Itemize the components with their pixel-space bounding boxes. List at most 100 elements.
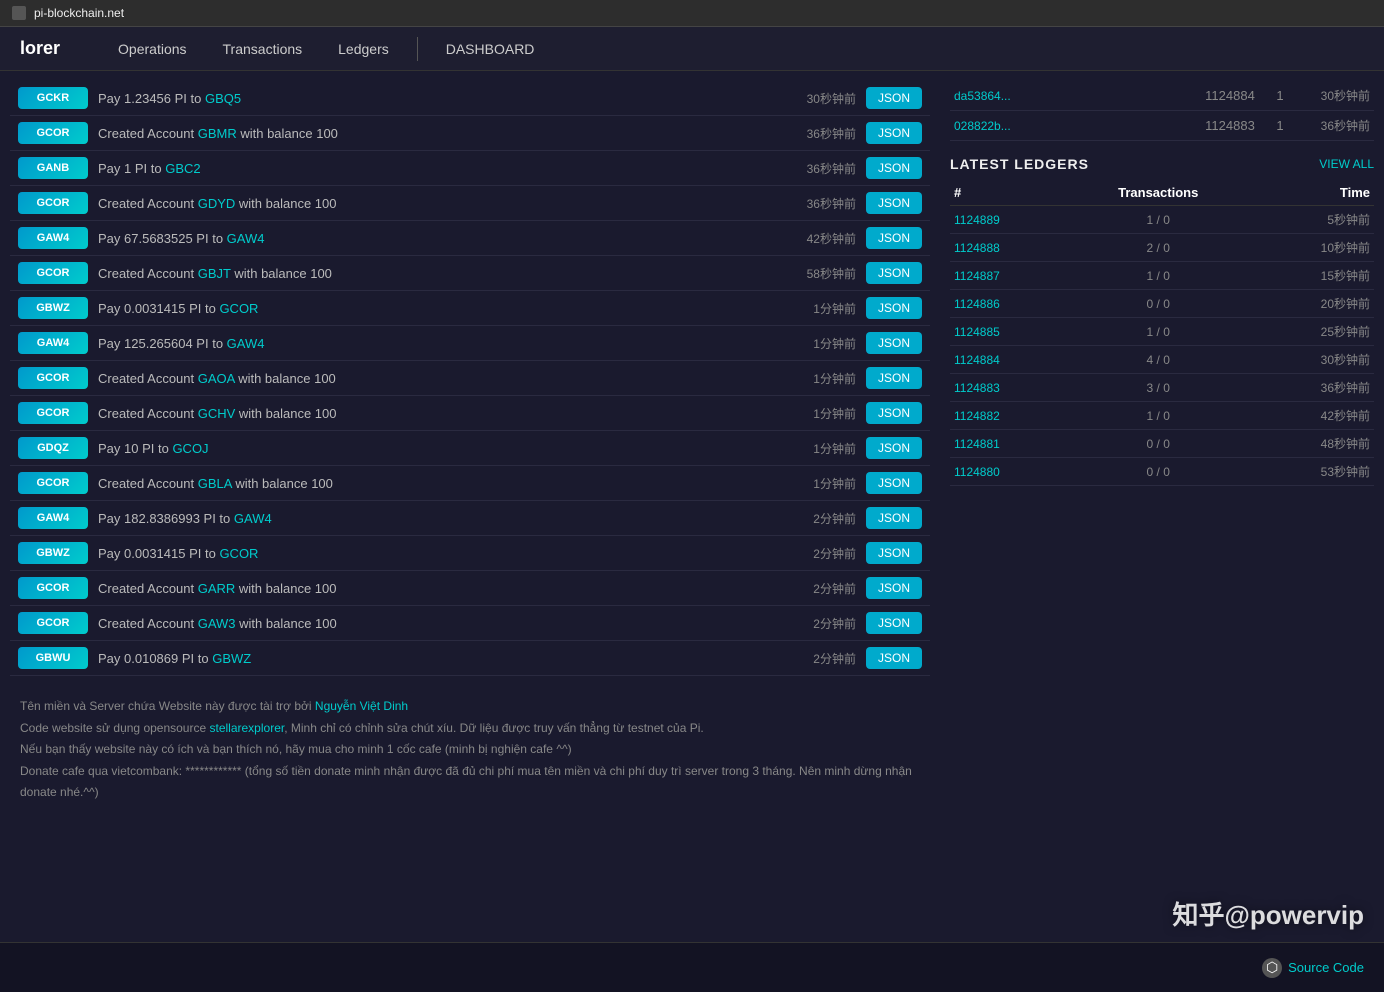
json-button[interactable]: JSON — [866, 87, 922, 109]
op-badge[interactable]: GCOR — [18, 192, 88, 214]
ledger-row: 11248891 / 05秒钟前 — [950, 206, 1374, 234]
op-time: 1分钟前 — [786, 475, 856, 492]
ledger-time: 48秒钟前 — [1252, 430, 1374, 458]
ledger-row: 11248800 / 053秒钟前 — [950, 458, 1374, 486]
view-all-link[interactable]: VIEW ALL — [1319, 157, 1374, 171]
op-badge[interactable]: GCOR — [18, 367, 88, 389]
json-button[interactable]: JSON — [866, 367, 922, 389]
footer-line3: Nếu bạn thấy website này có ích và bạn t… — [20, 739, 920, 761]
json-button[interactable]: JSON — [866, 472, 922, 494]
ledger-id[interactable]: 1124883 — [950, 374, 1064, 402]
op-badge[interactable]: GCOR — [18, 612, 88, 634]
tx-hash[interactable]: 028822b... — [954, 119, 1190, 133]
operations-panel: GCKRPay 1.23456 PI to GBQ530秒钟前JSONGCORC… — [0, 81, 940, 884]
title-bar: pi-blockchain.net — [0, 0, 1384, 27]
op-badge[interactable]: GCOR — [18, 402, 88, 424]
op-description: Pay 0.010869 PI to GBWZ — [98, 651, 776, 666]
json-button[interactable]: JSON — [866, 332, 922, 354]
op-highlight-link[interactable]: GCOJ — [172, 441, 208, 456]
nav-ledgers[interactable]: Ledgers — [320, 27, 407, 71]
op-highlight-link[interactable]: GBWZ — [212, 651, 251, 666]
ledger-id[interactable]: 1124881 — [950, 430, 1064, 458]
op-badge[interactable]: GBWZ — [18, 297, 88, 319]
footer-sponsor-link[interactable]: Nguyễn Việt Dinh — [315, 699, 408, 713]
json-button[interactable]: JSON — [866, 402, 922, 424]
footer-line1: Tên miền và Server chứa Website này được… — [20, 699, 315, 713]
op-time: 1分钟前 — [786, 335, 856, 352]
op-highlight-link[interactable]: GCOR — [219, 301, 258, 316]
json-button[interactable]: JSON — [866, 542, 922, 564]
json-button[interactable]: JSON — [866, 507, 922, 529]
ledger-id[interactable]: 1124889 — [950, 206, 1064, 234]
op-badge[interactable]: GAW4 — [18, 507, 88, 529]
op-badge[interactable]: GAW4 — [18, 227, 88, 249]
op-badge[interactable]: GDQZ — [18, 437, 88, 459]
ledger-id[interactable]: 1124880 — [950, 458, 1064, 486]
json-button[interactable]: JSON — [866, 157, 922, 179]
operation-row: GBWZPay 0.0031415 PI to GCOR2分钟前JSON — [10, 536, 930, 571]
tx-hash[interactable]: da53864... — [954, 89, 1190, 103]
op-badge[interactable]: GCOR — [18, 262, 88, 284]
op-highlight-link[interactable]: GAW4 — [227, 336, 265, 351]
operation-row: GAW4Pay 182.8386993 PI to GAW42分钟前JSON — [10, 501, 930, 536]
nav-transactions[interactable]: Transactions — [205, 27, 321, 71]
operation-row: GAW4Pay 67.5683525 PI to GAW442秒钟前JSON — [10, 221, 930, 256]
op-badge[interactable]: GBWU — [18, 647, 88, 669]
json-button[interactable]: JSON — [866, 577, 922, 599]
nav-operations[interactable]: Operations — [100, 27, 204, 71]
op-highlight-link[interactable]: GARR — [198, 581, 236, 596]
operation-row: GCOR Created Account GBJT with balance 10… — [10, 256, 930, 291]
ledger-transactions: 2 / 0 — [1064, 234, 1252, 262]
op-badge[interactable]: GANB — [18, 157, 88, 179]
op-highlight-link[interactable]: GBLA — [198, 476, 232, 491]
ledger-id[interactable]: 1124887 — [950, 262, 1064, 290]
op-highlight-link[interactable]: GCHV — [198, 406, 236, 421]
json-button[interactable]: JSON — [866, 612, 922, 634]
ledger-id[interactable]: 1124885 — [950, 318, 1064, 346]
ledger-time: 10秒钟前 — [1252, 234, 1374, 262]
bottom-bar: ⬡ Source Code — [0, 942, 1384, 992]
json-button[interactable]: JSON — [866, 122, 922, 144]
op-highlight-link[interactable]: GDYD — [198, 196, 236, 211]
op-highlight-link[interactable]: GCOR — [219, 546, 258, 561]
op-badge[interactable]: GBWZ — [18, 542, 88, 564]
json-button[interactable]: JSON — [866, 192, 922, 214]
footer-opensource-link[interactable]: stellarexplorer — [210, 721, 285, 735]
op-highlight-link[interactable]: GAOA — [198, 371, 235, 386]
op-time: 2分钟前 — [786, 615, 856, 632]
op-description: Pay 0.0031415 PI to GCOR — [98, 546, 776, 561]
ledger-id[interactable]: 1124882 — [950, 402, 1064, 430]
op-badge[interactable]: GCOR — [18, 122, 88, 144]
source-code-link[interactable]: ⬡ Source Code — [1262, 958, 1364, 978]
json-button[interactable]: JSON — [866, 297, 922, 319]
json-button[interactable]: JSON — [866, 647, 922, 669]
op-highlight-link[interactable]: GBMR — [198, 126, 237, 141]
json-button[interactable]: JSON — [866, 437, 922, 459]
ledger-transactions: 0 / 0 — [1064, 458, 1252, 486]
transaction-row: 028822b...1124883136秒钟前 — [950, 111, 1374, 141]
json-button[interactable]: JSON — [866, 262, 922, 284]
op-highlight-link[interactable]: GBQ5 — [205, 91, 241, 106]
operation-row: GAW4Pay 125.265604 PI to GAW41分钟前JSON — [10, 326, 930, 361]
op-badge[interactable]: GCOR — [18, 577, 88, 599]
op-highlight-link[interactable]: GAW3 — [198, 616, 236, 631]
op-highlight-link[interactable]: GBJT — [198, 266, 231, 281]
op-highlight-link[interactable]: GBC2 — [165, 161, 200, 176]
op-badge[interactable]: GAW4 — [18, 332, 88, 354]
op-highlight-link[interactable]: GAW4 — [227, 231, 265, 246]
op-description: Created Account GBJT with balance 100 — [98, 266, 776, 281]
op-badge[interactable]: GCOR — [18, 472, 88, 494]
op-badge[interactable]: GCKR — [18, 87, 88, 109]
tx-time: 36秒钟前 — [1300, 117, 1370, 134]
ledger-time: 53秒钟前 — [1252, 458, 1374, 486]
ledger-id[interactable]: 1124886 — [950, 290, 1064, 318]
nav-dashboard[interactable]: DASHBOARD — [428, 41, 553, 57]
op-highlight-link[interactable]: GAW4 — [234, 511, 272, 526]
ledger-id[interactable]: 1124888 — [950, 234, 1064, 262]
operations-list: GCKRPay 1.23456 PI to GBQ530秒钟前JSONGCORC… — [10, 81, 930, 676]
json-button[interactable]: JSON — [866, 227, 922, 249]
ledgers-header: LATEST LEDGERS VIEW ALL — [950, 156, 1374, 172]
op-time: 2分钟前 — [786, 580, 856, 597]
ledger-id[interactable]: 1124884 — [950, 346, 1064, 374]
op-description: Pay 10 PI to GCOJ — [98, 441, 776, 456]
